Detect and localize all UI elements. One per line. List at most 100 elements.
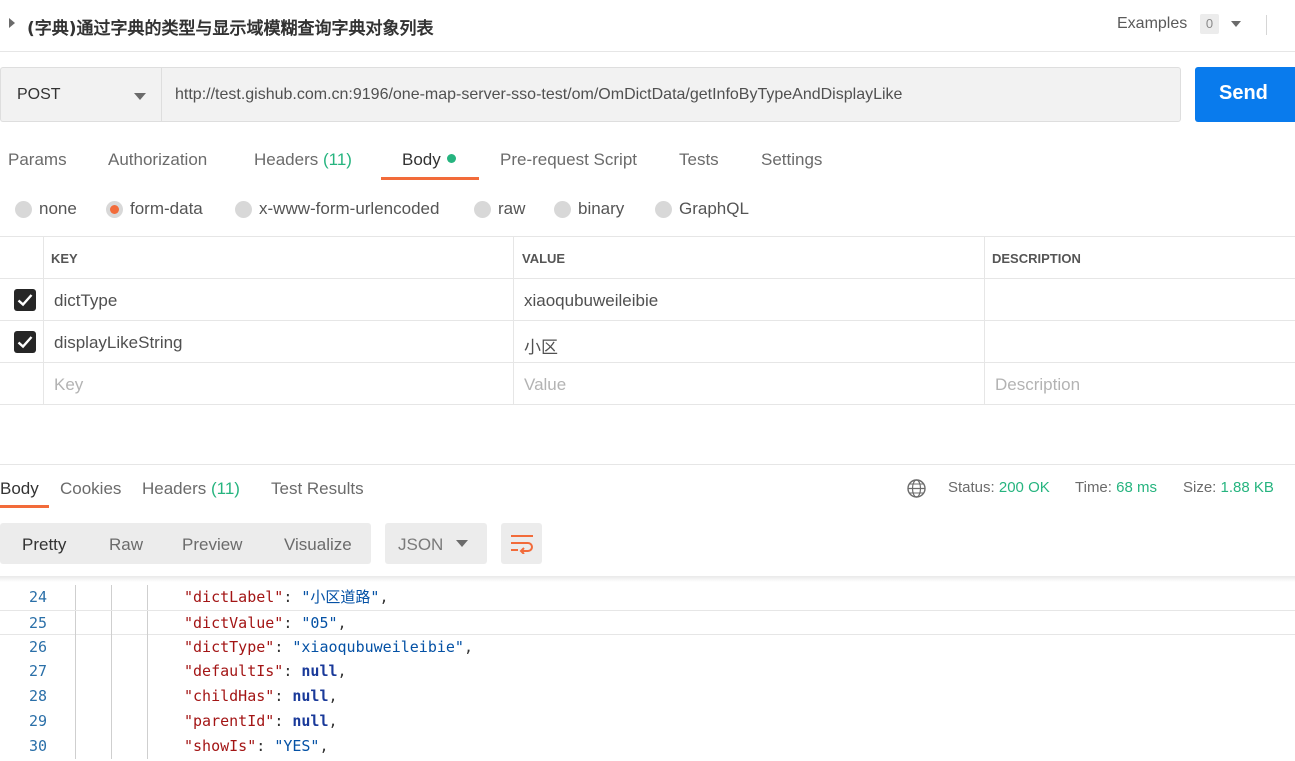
key-cell[interactable]: dictType [43,279,514,320]
size-readout: Size: 1.88 KB [1183,479,1274,496]
value-input[interactable]: Value [513,363,985,404]
request-title-bar: (字典)通过字典的类型与显示域模糊查询字典对象列表 Examples 0 [0,0,1295,52]
time-value[interactable]: 68 ms [1116,479,1157,496]
indent-guide [147,709,148,734]
globe-icon[interactable] [906,478,927,499]
response-tab-headers[interactable]: Headers (11) [142,479,240,499]
wrap-lines-button[interactable] [501,523,542,564]
code-text: "dictValue": "05", [184,613,347,632]
line-number: 28 [28,687,47,706]
size-value[interactable]: 1.88 KB [1221,479,1274,496]
code-text: "showIs": "YES", [184,736,329,755]
tab-label: Tests [679,150,719,169]
request-title[interactable]: (字典)通过字典的类型与显示域模糊查询字典对象列表 [27,14,434,39]
tab-label: Pre-request Script [500,150,637,169]
status-dot-icon [446,154,456,163]
format-select[interactable]: JSON [385,523,487,564]
response-divider [0,464,1295,465]
view-visualize-button[interactable]: Visualize [284,535,352,555]
indent-guide [111,585,112,610]
radio-label: raw [498,199,526,218]
tab-authorization[interactable]: Authorization [108,150,207,170]
code-text: "dictType": "xiaoqubuweileibie", [184,637,473,656]
tab-body[interactable]: Body [402,150,456,170]
header-cell: DESCRIPTION [984,237,1295,278]
value-cell[interactable]: 小区 [513,321,985,362]
header-cell: VALUE [513,237,985,278]
radio-label: GraphQL [679,199,749,218]
radio-label: none [39,199,77,218]
tab-label: Authorization [108,150,208,169]
tab-count: (11) [211,479,240,498]
indent-guide [75,585,76,610]
code-line: 29 "parentId": null, [0,709,1295,734]
examples-label[interactable]: Examples [1117,15,1187,33]
description-input[interactable]: Description [984,363,1295,404]
description-cell[interactable] [984,279,1295,320]
tab-label: Headers [142,479,207,498]
chevron-down-icon [456,540,468,547]
response-code-view[interactable]: 24 "dictLabel": "小区道路", 25 "dictValue": "05… [0,582,1295,761]
indent-guide [111,733,112,759]
response-tab-body[interactable]: Body [0,479,39,499]
code-line: 27 "defaultIs": null, [0,659,1295,685]
line-number: 25 [28,613,47,632]
view-raw-button[interactable]: Raw [109,535,143,555]
indent-guide [75,634,76,660]
indent-guide [111,659,112,685]
tab-label: Body [0,479,39,498]
description-cell[interactable] [984,321,1295,362]
indent-guide [147,733,148,759]
indent-guide [111,684,112,710]
key-text: displayLikeString [54,333,183,352]
code-text: "defaultIs": null, [184,662,347,681]
view-pretty-button[interactable]: Pretty [22,535,66,555]
format-label: JSON [398,535,444,554]
code-text: "childHas": null, [184,687,338,706]
key-cell[interactable]: displayLikeString [43,321,514,362]
key-input[interactable]: Key [43,363,514,404]
wrap-lines-icon [511,535,533,554]
line-number: 24 [28,588,47,606]
code-line: 24 "dictLabel": "小区道路", [0,585,1295,610]
radio-icon [655,201,672,218]
table-row-new: Key Value Description [0,363,1295,405]
value-placeholder: Value [524,375,567,394]
response-tab-cookies[interactable]: Cookies [60,479,121,499]
value-text: xiaoqubuweileibie [524,291,659,310]
url-text: http://test.gishub.com.cn:9196/one-map-s… [175,86,903,103]
line-number: 29 [28,712,47,730]
expand-caret-icon[interactable] [9,18,15,28]
checkbox-checked-icon[interactable] [14,331,36,353]
examples-dropdown-icon[interactable] [1231,21,1241,27]
method-select[interactable]: POST [0,67,161,122]
status-value[interactable]: 200 OK [999,479,1050,496]
chevron-down-icon [134,93,146,100]
tab-headers[interactable]: Headers (11) [254,150,352,170]
indent-guide [147,634,148,660]
indent-guide [75,659,76,685]
tab-params[interactable]: Params [8,150,67,170]
send-button[interactable]: Send [1195,67,1295,122]
tab-label: Settings [761,150,823,169]
column-header-description: DESCRIPTION [992,251,1081,266]
tab-label: Body [402,150,441,169]
radio-selected-icon [106,201,123,218]
key-placeholder: Key [54,375,84,394]
value-text: 小区 [524,338,558,357]
radio-icon [554,201,571,218]
view-preview-button[interactable]: Preview [182,535,242,555]
url-input[interactable]: http://test.gishub.com.cn:9196/one-map-s… [161,67,1181,122]
tab-pre-request-script[interactable]: Pre-request Script [500,150,637,170]
indent-guide [147,684,148,710]
checkbox-checked-icon[interactable] [14,289,36,311]
tab-tests[interactable]: Tests [679,150,719,170]
code-line: 28 "childHas": null, [0,684,1295,710]
tab-settings[interactable]: Settings [761,150,822,170]
active-tab-indicator [0,505,49,508]
status-readout: Status: 200 OK [948,479,1050,496]
response-tab-test-results[interactable]: Test Results [271,479,364,499]
time-readout: Time: 68 ms [1075,479,1157,496]
header-cell: KEY [43,237,514,278]
value-cell[interactable]: xiaoqubuweileibie [513,279,985,320]
